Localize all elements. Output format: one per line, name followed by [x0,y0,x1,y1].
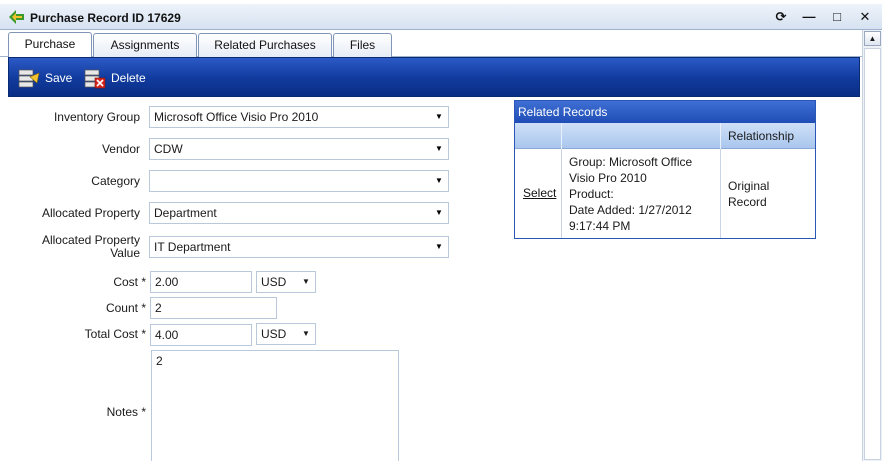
relationship-cell: Original Record [721,149,815,238]
vendor-combo[interactable]: CDW ▼ [149,138,449,160]
tab-files[interactable]: Files [333,33,392,57]
chevron-down-icon: ▼ [302,277,310,286]
notes-label: Notes * [106,405,146,419]
details-cell: Group: Microsoft Office Visio Pro 2010 P… [562,149,721,238]
inventory-group-value: Microsoft Office Visio Pro 2010 [154,110,319,124]
detail-line-date-added: Date Added: 1/27/2012 [569,203,692,217]
relationship-line2: Record [728,195,767,209]
chevron-down-icon: ▼ [435,112,443,121]
app-logo-icon [9,10,24,24]
purchase-record-window: Purchase Record ID 17629 ⟳ — □ ✕ Purchas… [0,0,882,461]
allocated-property-combo[interactable]: Department ▼ [149,202,449,224]
allocated-property-value: Department [154,206,217,220]
chevron-down-icon: ▼ [435,176,443,185]
total-cost-label: Total Cost * [84,327,146,341]
inventory-group-label: Inventory Group [53,110,140,124]
vendor-value: CDW [154,142,183,156]
cost-label: Cost * [113,275,146,289]
allocated-property-value-label: Allocated Property Value [8,234,140,260]
scroll-up-icon[interactable]: ▲ [864,31,881,46]
maximize-button[interactable]: □ [829,9,845,25]
allocated-property-label: Allocated Property [41,206,140,220]
category-combo[interactable]: ▼ [149,170,449,192]
tab-related-purchases[interactable]: Related Purchases [198,33,332,57]
window-title: Purchase Record ID 17629 [30,11,181,25]
delete-label: Delete [111,71,146,85]
allocated-property-value-combo[interactable]: IT Department ▼ [149,236,449,258]
select-link[interactable]: Select [523,186,556,200]
count-label: Count * [105,301,146,315]
allocated-property-value-label-line1: Allocated Property [41,233,140,247]
cost-input[interactable]: 2.00 [150,271,252,293]
count-input[interactable]: 2 [150,297,277,319]
minimize-button[interactable]: — [801,9,817,25]
detail-line-product: Product: [569,187,614,201]
total-cost-input[interactable]: 4.00 [150,324,252,346]
refresh-icon[interactable]: ⟳ [773,9,789,25]
tab-purchase[interactable]: Purchase [8,32,92,58]
toolbar: Save Delete [8,57,860,97]
table-row: Select Group: Microsoft Office Visio Pro… [515,149,815,238]
save-icon [18,69,40,88]
detail-line-group: Group: Microsoft Office [569,155,693,169]
detail-line-time: 9:17:44 PM [569,219,631,233]
total-cost-currency-value: USD [261,327,287,341]
column-header-details [562,123,721,149]
chevron-down-icon: ▼ [435,144,443,153]
column-header-relationship: Relationship [728,129,795,143]
allocated-property-value-value: IT Department [154,240,231,254]
title-bar: Purchase Record ID 17629 ⟳ — □ ✕ [0,4,882,30]
cost-currency-select[interactable]: USD ▼ [256,271,316,293]
tab-assignments[interactable]: Assignments [93,33,197,57]
vertical-scrollbar[interactable]: ▲ [862,30,882,461]
related-records-column-headers: Relationship [515,123,815,149]
detail-line-group-cont: Visio Pro 2010 [569,171,647,185]
delete-icon [84,69,106,89]
delete-button[interactable]: Delete [83,66,146,90]
cost-currency-value: USD [261,275,287,289]
related-records-panel: Related Records Relationship Select Grou… [514,100,816,239]
allocated-property-value-label-line2: Value [110,246,140,260]
chevron-down-icon: ▼ [435,208,443,217]
related-records-title: Related Records [515,101,815,123]
notes-textarea[interactable]: 2 [151,350,399,461]
total-cost-currency-select[interactable]: USD ▼ [256,323,316,345]
chevron-down-icon: ▼ [435,242,443,251]
tab-strip: Purchase Assignments Related Purchases F… [0,30,862,58]
column-header-select [515,123,562,149]
purchase-form: Inventory Group Microsoft Office Visio P… [8,97,860,461]
inventory-group-combo[interactable]: Microsoft Office Visio Pro 2010 ▼ [149,106,449,128]
select-cell: Select [515,149,562,238]
save-label: Save [45,71,73,85]
vendor-label: Vendor [101,142,140,156]
category-label: Category [91,174,140,188]
save-button[interactable]: Save [17,66,72,90]
close-button[interactable]: ✕ [857,9,873,25]
relationship-line1: Original [728,179,770,193]
chevron-down-icon: ▼ [302,329,310,338]
scroll-thumb[interactable] [864,48,881,460]
